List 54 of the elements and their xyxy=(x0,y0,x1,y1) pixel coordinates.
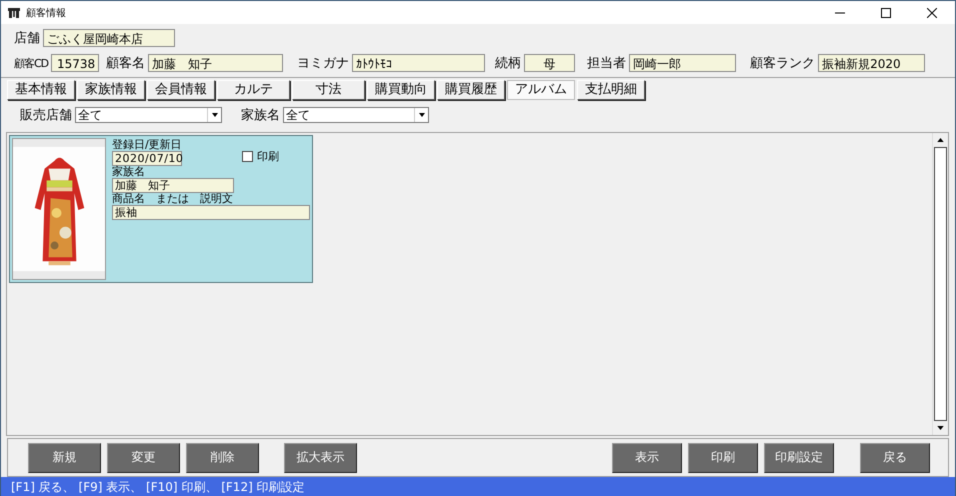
description-field[interactable]: 振袖 xyxy=(112,205,310,220)
field-label: 顧客CD xyxy=(14,56,48,70)
status-bar: [F1] 戻る、 [F9] 表示、 [F10] 印刷、 [F12] 印刷設定 xyxy=(1,477,955,496)
dropdown-arrow-icon xyxy=(418,113,424,117)
tab[interactable]: 寸法 xyxy=(292,80,365,100)
action-button[interactable]: 拡大表示 xyxy=(284,442,357,472)
tab[interactable]: 家族情報 xyxy=(77,80,145,100)
tab[interactable]: アルバム xyxy=(507,80,575,100)
action-button[interactable]: 戻る xyxy=(860,442,930,472)
app-icon xyxy=(8,6,20,18)
close-icon[interactable] xyxy=(927,8,937,18)
field-label: 登録日/更新日 xyxy=(112,139,183,151)
action-button[interactable]: 新規 xyxy=(28,442,101,472)
tab[interactable]: カルテ xyxy=(217,80,290,100)
checkbox-label: 印刷 xyxy=(257,149,279,164)
checkbox[interactable] xyxy=(242,151,253,162)
action-button[interactable]: 変更 xyxy=(107,442,180,472)
field-label: 顧客ランク xyxy=(750,55,816,72)
scroll-up-icon[interactable] xyxy=(937,138,944,142)
store-field[interactable]: ごふく屋岡崎本店 xyxy=(43,29,175,47)
album-card[interactable]: 登録日/更新日 2020/07/10 印刷 家族名 加藤 知子 商品名 または 説明文 振袖 xyxy=(9,135,313,283)
input-field[interactable]: 加藤 知子 xyxy=(148,54,284,72)
input-field[interactable]: 岡崎一郎 xyxy=(629,54,736,72)
dropdown-arrow-icon xyxy=(212,113,218,117)
field-label: 担当者 xyxy=(587,55,626,72)
field-label: 続柄 xyxy=(495,55,522,72)
dropdown[interactable]: 全て xyxy=(75,107,222,123)
dropdown[interactable]: 全て xyxy=(283,107,429,123)
input-field[interactable]: 15738 xyxy=(51,54,100,72)
window-title: 顧客情報 xyxy=(26,6,66,20)
maximize-icon[interactable] xyxy=(881,8,891,18)
field-label: ヨミガナ xyxy=(297,55,350,72)
tab[interactable]: 基本情報 xyxy=(7,80,75,100)
date-field[interactable]: 2020/07/10 xyxy=(112,151,182,166)
field-label: 商品名 または 説明文 xyxy=(112,193,234,205)
action-button[interactable]: 表示 xyxy=(612,442,682,472)
action-button[interactable]: 印刷設定 xyxy=(764,442,834,472)
input-field[interactable]: 母 xyxy=(524,54,576,72)
filter-label: 家族名 xyxy=(241,107,280,124)
field-label: 家族名 xyxy=(112,166,146,178)
filter-label: 販売店舗 xyxy=(20,107,72,124)
field-label: 顧客名 xyxy=(106,55,146,72)
tab[interactable]: 購買履歴 xyxy=(437,80,505,100)
tab[interactable]: 購買動向 xyxy=(367,80,435,100)
family-field[interactable]: 加藤 知子 xyxy=(112,178,234,193)
action-button[interactable]: 印刷 xyxy=(688,442,758,472)
scroll-down-icon[interactable] xyxy=(937,426,944,430)
tab[interactable]: 会員情報 xyxy=(147,80,215,100)
scrollbar[interactable] xyxy=(932,133,948,435)
input-field[interactable]: 振袖新規2020 xyxy=(818,54,926,72)
action-button[interactable]: 削除 xyxy=(186,442,259,472)
tab[interactable]: 支払明細 xyxy=(577,80,645,100)
input-field[interactable]: ｶﾄｳﾄﾓｺ xyxy=(352,54,486,72)
field-label: 店舗 xyxy=(14,30,40,47)
